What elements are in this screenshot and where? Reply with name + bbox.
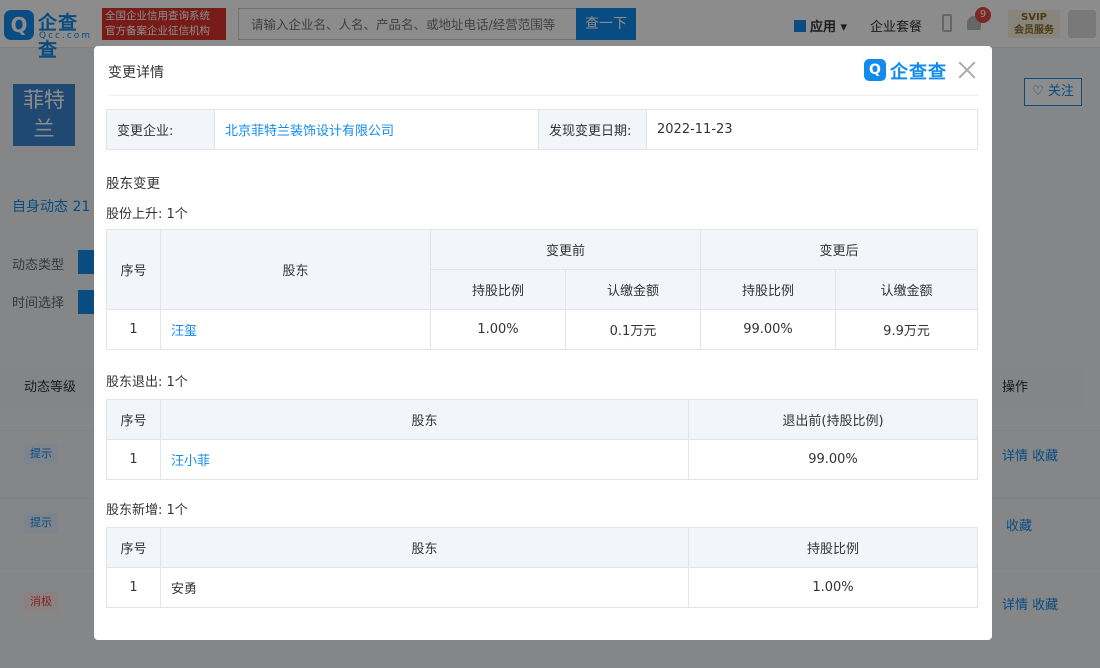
header-no: 序号 (106, 229, 161, 310)
table-row: 1 汪小菲 99.00% (106, 439, 978, 480)
header-after-amount: 认缴金额 (835, 269, 979, 310)
header-before: 变更前 (429, 229, 702, 270)
header-after: 变更后 (700, 229, 979, 270)
header-after-ratio: 持股比例 (700, 269, 837, 310)
shareholder-name: 安勇 (160, 567, 689, 608)
date-label: 发现变更日期: (538, 109, 647, 150)
section-title: 股东变更 (106, 176, 160, 192)
change-detail-dialog: 变更详情 Q 企查查 变更企业: 北京菲特兰装饰设计有限公司 发现变更日期: 2… (94, 46, 992, 640)
exit-table: 序号 股东 退出前(持股比例) 1 汪小菲 99.00% (106, 399, 978, 480)
increase-title: 股份上升: 1个 (106, 207, 188, 222)
header-ratio: 持股比例 (688, 527, 978, 568)
row-no: 1 (106, 309, 161, 350)
dialog-title: 变更详情 (108, 65, 164, 81)
company-link[interactable]: 北京菲特兰装饰设计有限公司 (214, 109, 539, 150)
brand-mark-icon: Q (864, 59, 886, 81)
close-icon[interactable] (956, 59, 978, 81)
shareholder-link[interactable]: 汪玺 (160, 309, 431, 350)
brand-text: 企查查 (890, 62, 947, 83)
table-row: 1 安勇 1.00% (106, 567, 978, 608)
after-amount: 9.9万元 (835, 309, 979, 350)
company-label: 变更企业: (106, 109, 215, 150)
header-holder: 股东 (160, 527, 689, 568)
before-amount: 0.1万元 (564, 309, 702, 350)
before-ratio: 1.00% (430, 309, 566, 350)
holding-ratio: 1.00% (688, 567, 978, 608)
header-holder: 股东 (160, 229, 431, 310)
header-before-amount: 认缴金额 (564, 269, 702, 310)
date-value: 2022-11-23 (646, 109, 978, 150)
header-holder: 股东 (160, 399, 689, 440)
row-no: 1 (106, 439, 161, 480)
added-title: 股东新增: 1个 (106, 503, 188, 518)
exit-title: 股东退出: 1个 (106, 375, 188, 390)
exit-ratio: 99.00% (688, 439, 978, 480)
after-ratio: 99.00% (700, 309, 837, 350)
table-row: 1 汪玺 1.00% 0.1万元 99.00% 9.9万元 (106, 309, 979, 350)
increase-table: 序号 股东 变更前 变更后 持股比例 认缴金额 持股比例 认缴金额 1 汪玺 1… (106, 229, 979, 350)
header-exit-ratio: 退出前(持股比例) (688, 399, 978, 440)
change-info-table: 变更企业: 北京菲特兰装饰设计有限公司 发现变更日期: 2022-11-23 (106, 109, 978, 150)
dialog-divider (108, 95, 978, 96)
header-no: 序号 (106, 399, 161, 440)
header-no: 序号 (106, 527, 161, 568)
header-before-ratio: 持股比例 (430, 269, 566, 310)
added-table: 序号 股东 持股比例 1 安勇 1.00% (106, 527, 978, 608)
shareholder-link[interactable]: 汪小菲 (160, 439, 689, 480)
row-no: 1 (106, 567, 161, 608)
